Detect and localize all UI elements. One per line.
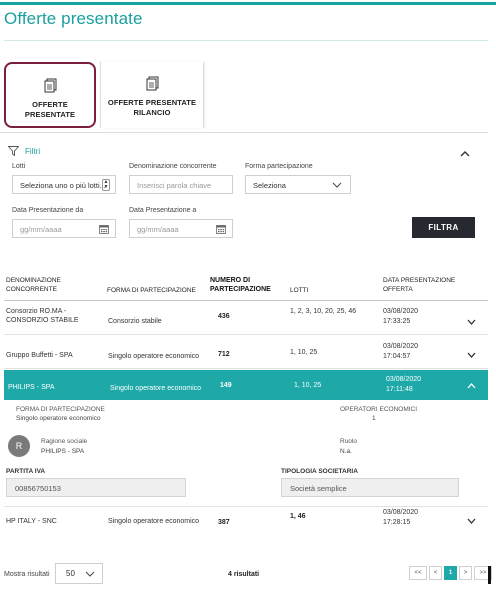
chevron-up-icon[interactable]: [467, 383, 476, 389]
chevron-down-icon[interactable]: [467, 518, 476, 524]
filtra-button[interactable]: FILTRA: [412, 217, 475, 238]
detail-forma-label: FORMA DI PARTECIPAZIONE: [16, 406, 105, 413]
tab-offerte-presentate[interactable]: OFFERTE PRESENTATE: [4, 62, 96, 128]
filter-title: Filtri: [25, 146, 41, 156]
forma-select[interactable]: Seleziona: [245, 175, 351, 194]
cell-lotti: 1, 10, 25: [290, 349, 318, 356]
detail-ragione-label: Ragione sociale: [41, 438, 88, 445]
cell-forma: Singolo operatore economico: [108, 518, 200, 525]
filter-panel-border: [0, 132, 488, 133]
cell-forma: Consorzio stabile: [108, 318, 162, 325]
cell-data: 03/08/2020: [383, 509, 419, 516]
col-header-denominazione[interactable]: DENOMINAZIONE CONCORRENTE: [6, 276, 86, 294]
detail-operatori-value: 1: [372, 415, 376, 422]
cell-ora: 17:11:48: [386, 386, 413, 393]
cell-ora: 17:33:25: [383, 318, 411, 325]
detail-operatori-label: OPERATORI ECONOMICI: [340, 406, 418, 413]
lotti-label: Lotti: [12, 163, 26, 170]
cell-forma: Singolo operatore economico: [110, 385, 202, 392]
denominazione-input[interactable]: Inserisci parola chiave: [129, 175, 233, 194]
spinner-arrows-icon: ▲ ▼: [102, 179, 110, 191]
chevron-down-icon[interactable]: [467, 319, 476, 325]
cell-denominazione: Consorzio RO.MA - CONSORZIO STABILE: [6, 308, 79, 324]
page-title: Offerte presentate: [4, 9, 143, 28]
detail-ruolo-label: Ruolo: [340, 438, 357, 445]
cell-forma: Singolo operatore economico: [108, 353, 200, 360]
detail-tipologia-label: TIPOLOGIA SOCIETARIA: [281, 468, 358, 475]
chevron-up-icon[interactable]: [460, 150, 470, 158]
row-divider: [4, 506, 488, 507]
cell-lotti: 1, 10, 25: [294, 382, 322, 389]
data-da-placeholder: gg/mm/aaaa: [20, 225, 62, 234]
pager-page-1[interactable]: 1: [444, 566, 457, 580]
page-size-value: 50: [66, 569, 75, 578]
scrollbar-edge: [488, 566, 491, 584]
row-divider: [4, 368, 488, 369]
forma-label: Forma partecipazione: [245, 163, 313, 170]
results-count: 4 risultati: [228, 571, 260, 578]
document-stack-icon: [44, 78, 57, 93]
forma-value: Seleziona: [253, 181, 286, 190]
cell-numero: 436: [218, 313, 230, 320]
col-header-forma[interactable]: FORMA DI PARTECIPAZIONE: [107, 286, 202, 295]
chevron-down-icon: [332, 182, 342, 188]
cell-denominazione: HP ITALY - SNC: [6, 518, 57, 525]
cell-numero: 712: [218, 351, 230, 358]
pager-next-button[interactable]: >: [459, 566, 472, 580]
cell-lotti: 1, 2, 3, 10, 20, 25, 46: [290, 308, 357, 315]
detail-piva-label: PARTITA IVA: [6, 468, 46, 475]
cell-ora: 17:28:15: [383, 519, 411, 526]
cell-data: 03/08/2020: [383, 308, 419, 315]
col-header-lotti[interactable]: LOTTI: [290, 286, 330, 295]
pagination: << < 1 > >>: [409, 566, 492, 580]
col-header-numero[interactable]: NUMERO DI PARTECIPAZIONE: [210, 276, 272, 294]
cell-numero: 387: [218, 519, 230, 526]
cell-denominazione: PHILIPS - SPA: [8, 384, 55, 391]
cell-ora: 17:04:57: [383, 353, 411, 360]
data-da-label: Data Presentazione da: [12, 207, 84, 214]
cell-lotti: 1, 46: [290, 513, 306, 520]
detail-ruolo-value: N.a.: [340, 448, 352, 455]
detail-ragione-value: PHILIPS - SPA: [41, 448, 85, 455]
data-a-placeholder: gg/mm/aaaa: [137, 225, 179, 234]
chevron-down-icon: [85, 571, 95, 577]
data-da-input[interactable]: gg/mm/aaaa: [12, 219, 116, 238]
document-stack-icon: [146, 76, 159, 91]
title-divider: [4, 40, 488, 41]
denominazione-placeholder: Inserisci parola chiave: [137, 181, 212, 190]
data-a-input[interactable]: gg/mm/aaaa: [129, 219, 233, 238]
filter-toggle[interactable]: Filtri: [8, 146, 40, 156]
tab-offerte-presentate-rilancio[interactable]: OFFERTE PRESENTATE RILANCIO: [100, 62, 204, 128]
page-size-select[interactable]: 50: [55, 563, 103, 584]
pager-first-button[interactable]: <<: [409, 566, 427, 580]
tab-label: OFFERTE PRESENTATE: [24, 100, 76, 119]
detail-tipologia-field: Società semplice: [281, 478, 459, 497]
cell-data: 03/08/2020: [386, 376, 422, 383]
col-header-data[interactable]: DATA PRESENTAZIONE OFFERTA: [383, 276, 458, 294]
chevron-down-icon[interactable]: [467, 352, 476, 358]
cell-denominazione: Gruppo Buffetti - SPA: [6, 352, 73, 359]
cell-numero: 149: [220, 382, 232, 389]
lotti-value: Seleziona uno o più lotti...: [20, 181, 106, 190]
table-header-divider: [4, 300, 488, 301]
calendar-icon[interactable]: [216, 224, 226, 234]
data-a-label: Data Presentazione a: [129, 207, 197, 214]
top-accent-rule: [0, 2, 496, 5]
cell-data: 03/08/2020: [383, 343, 419, 350]
calendar-icon[interactable]: [99, 224, 109, 234]
filter-funnel-icon: [8, 146, 19, 156]
denominazione-label: Denominazione concorrente: [129, 163, 217, 170]
detail-piva-field: 00856750153: [6, 478, 186, 497]
detail-forma-value: Singolo operatore economico: [16, 415, 101, 422]
pager-prev-button[interactable]: <: [429, 566, 442, 580]
row-divider: [4, 334, 488, 335]
avatar: R: [8, 435, 30, 457]
mostra-risultati-label: Mostra risultati: [4, 571, 50, 578]
lotti-select[interactable]: Seleziona uno o più lotti... ▲ ▼: [12, 175, 116, 194]
table-row-selected[interactable]: PHILIPS - SPA Singolo operatore economic…: [4, 370, 488, 400]
tab-label: OFFERTE PRESENTATE RILANCIO: [107, 98, 197, 117]
